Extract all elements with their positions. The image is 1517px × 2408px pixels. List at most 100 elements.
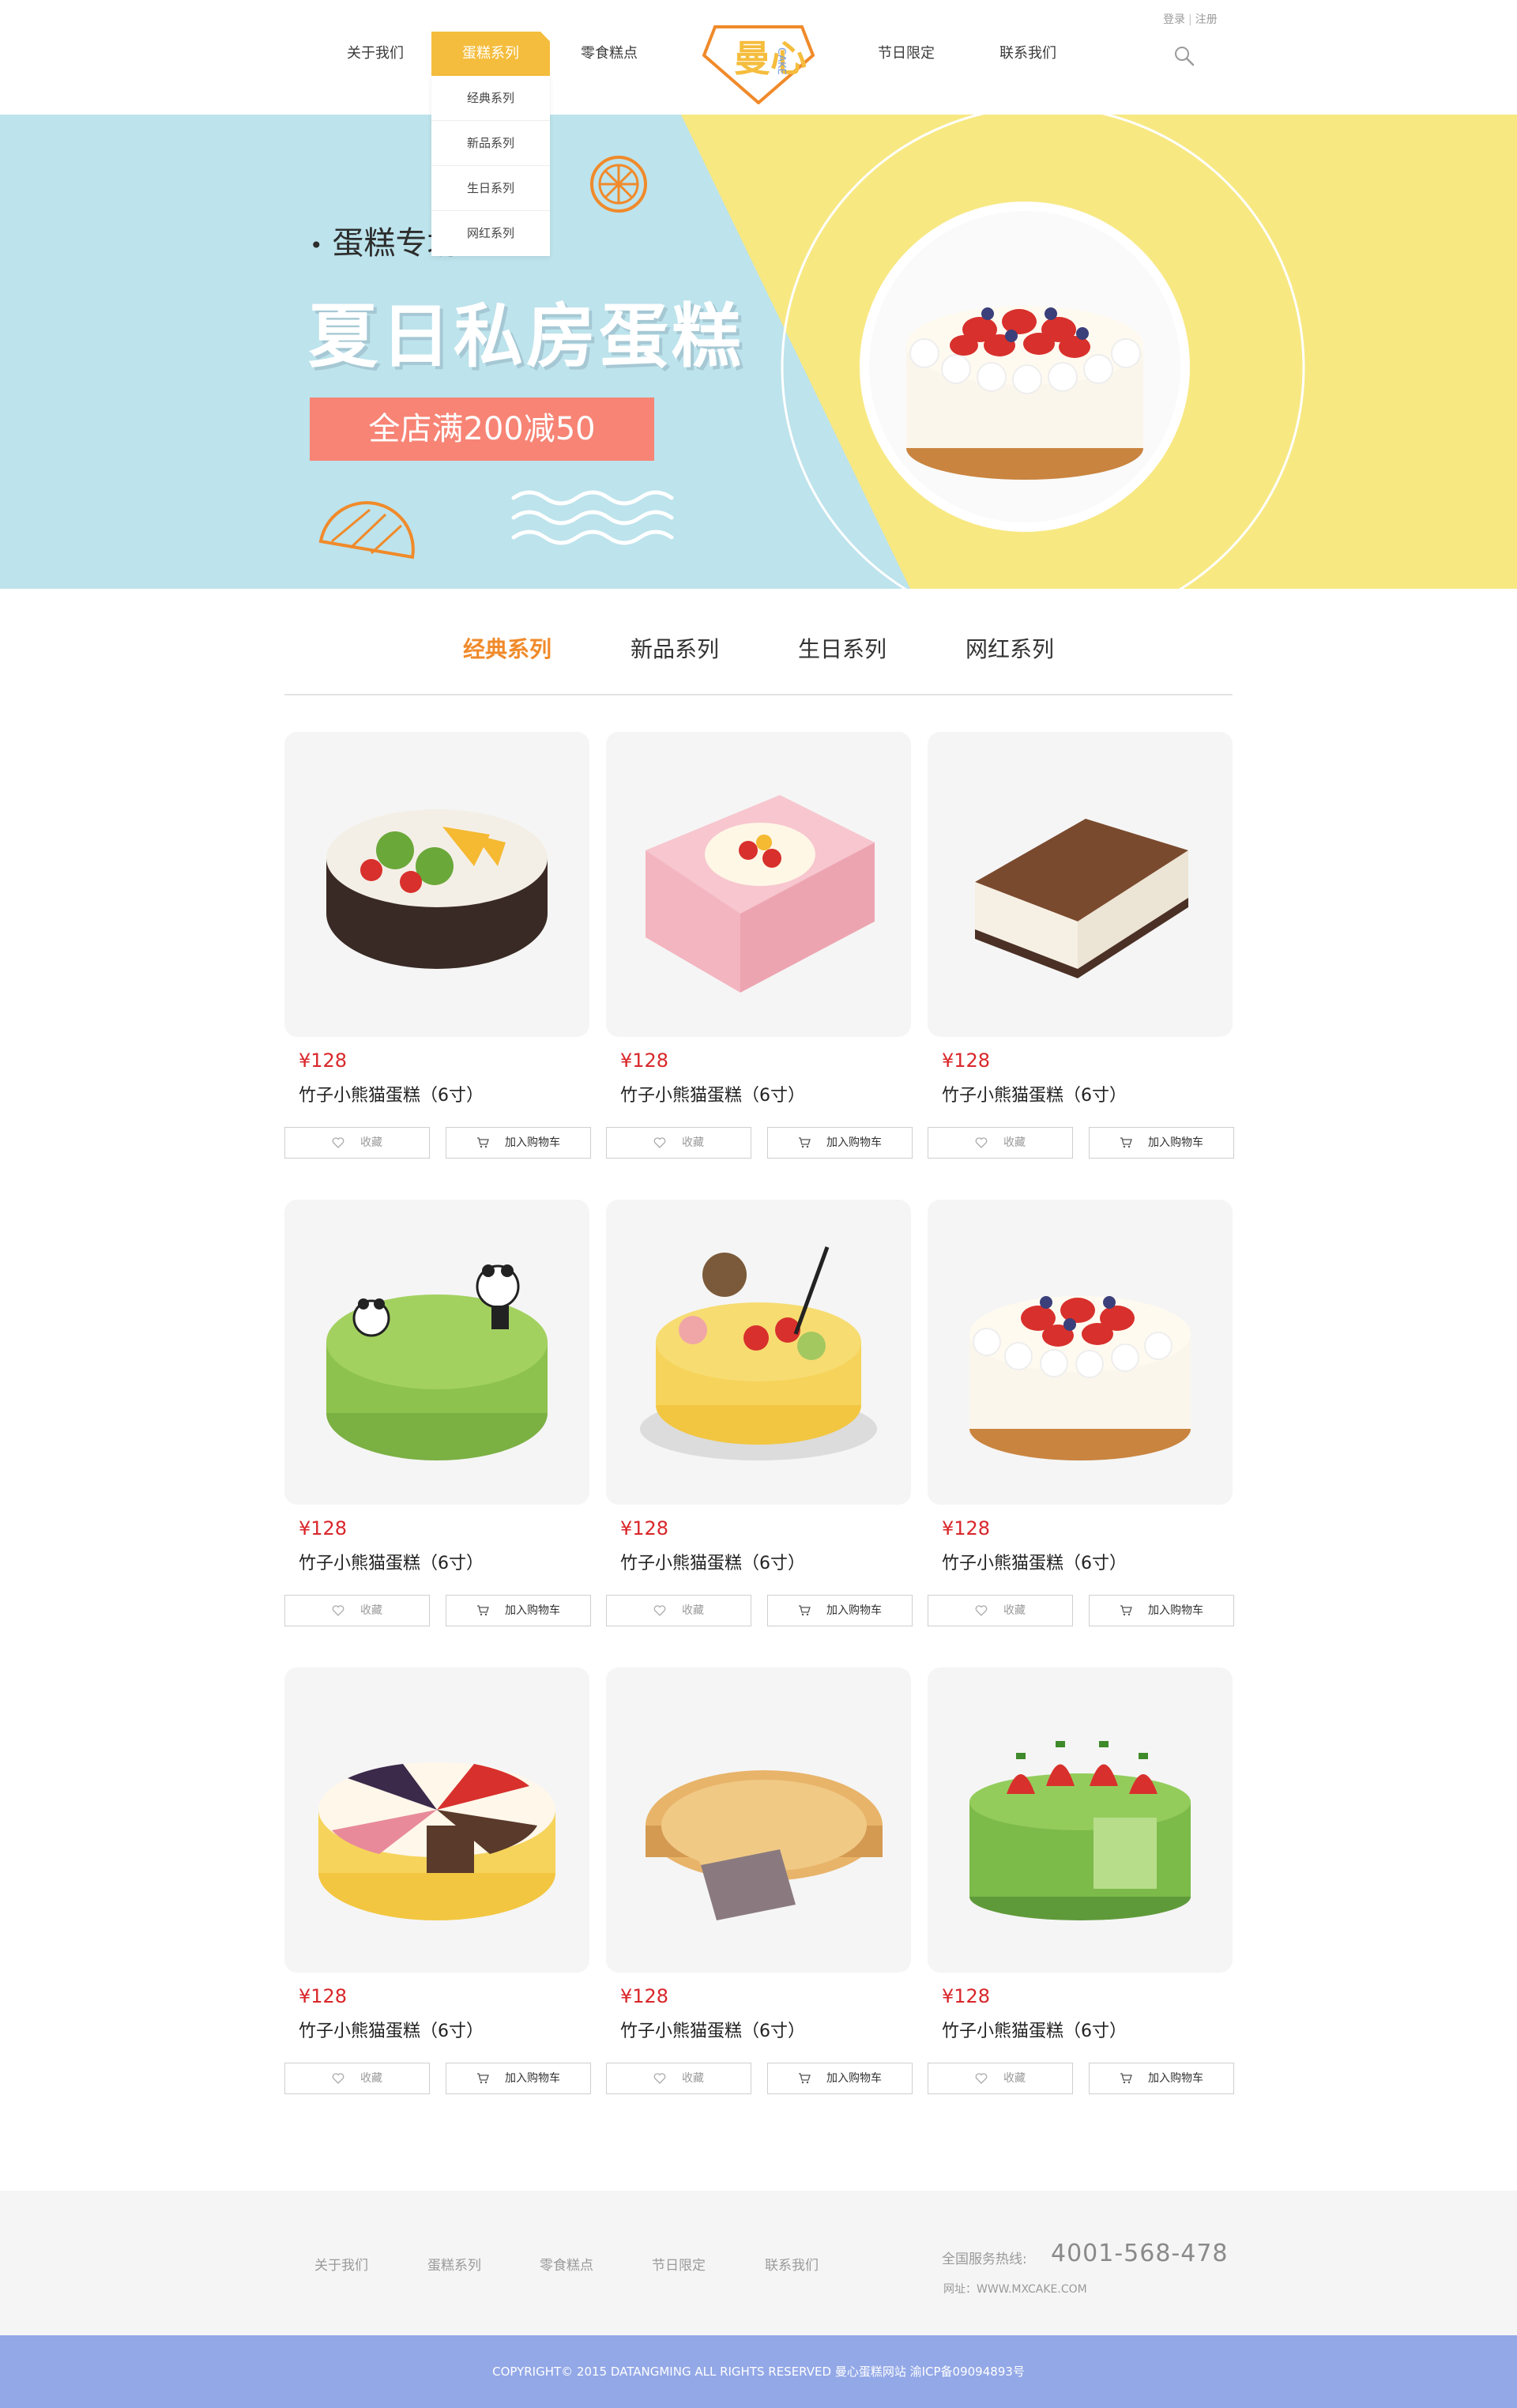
product-card: ¥128 竹子小熊猫蛋糕（6寸） 收藏 加入购物车 [928,732,1234,1163]
favorite-label: 收藏 [360,1136,382,1149]
tiramisu-illustration [975,819,1188,978]
product-name[interactable]: 竹子小熊猫蛋糕（6寸） [942,1549,1127,1574]
product-name[interactable]: 竹子小熊猫蛋糕（6寸） [942,2017,1127,2042]
product-name[interactable]: 竹子小熊猫蛋糕（6寸） [620,1549,805,1574]
product-name[interactable]: 竹子小熊猫蛋糕（6寸） [942,1081,1127,1106]
product-card: ¥128 竹子小熊猫蛋糕（6寸） 收藏 加入购物车 [606,1668,913,2099]
product-image[interactable] [928,1668,1233,1973]
search-icon[interactable] [1173,44,1196,68]
heart-icon [975,1137,988,1148]
nav-snacks[interactable]: 零食糕点 [558,32,661,76]
dropdown-item-birthday[interactable]: 生日系列 [431,166,550,211]
category-tabs: 经典系列 新品系列 生日系列 网红系列 [284,616,1233,695]
product-image[interactable] [928,1200,1233,1505]
product-price: ¥128 [942,1517,991,1539]
add-to-cart-button[interactable]: 加入购物车 [1089,1127,1234,1159]
product-image[interactable] [606,732,911,1037]
favorite-label: 收藏 [682,1136,704,1149]
orange-slice-icon [590,156,647,213]
hero-cake-image [860,202,1190,532]
product-card: ¥128 竹子小熊猫蛋糕（6寸） 收藏 加入购物车 [284,1668,591,2099]
product-image[interactable] [284,732,589,1037]
favorite-button[interactable]: 收藏 [928,2063,1073,2094]
pie-illustration [646,1770,883,1920]
cart-label: 加入购物车 [505,1604,560,1617]
product-price: ¥128 [620,1049,669,1072]
tab-trending[interactable]: 网红系列 [966,632,1054,664]
footer-link-contact[interactable]: 联系我们 [765,2254,819,2274]
heart-icon [653,2073,666,2084]
hero-banner: • 蛋糕专场 夏日私房蛋糕 全店满200减50 [0,115,1517,589]
site-footer: 关于我们 蛋糕系列 零食糕点 节日限定 联系我们 全国服务热线: 4001-56… [0,2191,1517,2335]
product-image[interactable] [606,1200,911,1505]
favorite-button[interactable]: 收藏 [928,1595,1073,1626]
favorite-label: 收藏 [1003,1136,1026,1149]
tab-classic[interactable]: 经典系列 [463,632,551,664]
product-price: ¥128 [620,1985,669,2007]
auth-separator: | [1188,13,1192,26]
heart-icon [653,1137,666,1148]
favorite-button[interactable]: 收藏 [606,1595,751,1626]
favorite-label: 收藏 [360,1604,382,1617]
heart-icon [653,1605,666,1616]
auth-links: 登录 | 注册 [1163,11,1218,27]
footer-link-holiday[interactable]: 节日限定 [652,2254,706,2274]
panda-bamboo-cake-illustration [326,1264,548,1460]
logo-sub-text: CAKE [775,47,787,75]
add-to-cart-button[interactable]: 加入购物车 [1089,2063,1234,2094]
favorite-button[interactable]: 收藏 [606,2063,751,2094]
favorite-button[interactable]: 收藏 [284,1127,430,1159]
tab-new[interactable]: 新品系列 [631,632,719,664]
dropdown-item-classic[interactable]: 经典系列 [431,76,550,121]
cart-icon [477,1605,489,1616]
footer-link-about[interactable]: 关于我们 [314,2254,368,2274]
add-to-cart-button[interactable]: 加入购物车 [767,2063,913,2094]
add-to-cart-button[interactable]: 加入购物车 [446,2063,591,2094]
product-name[interactable]: 竹子小熊猫蛋糕（6寸） [299,1081,484,1106]
product-price: ¥128 [942,1985,991,2007]
favorite-button[interactable]: 收藏 [928,1127,1073,1159]
add-to-cart-button[interactable]: 加入购物车 [446,1595,591,1626]
favorite-button[interactable]: 收藏 [606,1127,751,1159]
product-name[interactable]: 竹子小熊猫蛋糕（6寸） [620,2017,805,2042]
footer-link-cake[interactable]: 蛋糕系列 [427,2254,481,2274]
hotline-label: 全国服务热线: [942,2252,1027,2267]
cart-icon [477,2073,489,2084]
strawberry-cream-cake-illustration [969,1296,1191,1460]
cake-series-dropdown: 经典系列 新品系列 生日系列 网红系列 [431,76,550,256]
nav-about[interactable]: 关于我们 [324,32,427,76]
promo-badge[interactable]: 全店满200减50 [310,398,654,461]
register-link[interactable]: 注册 [1195,13,1218,26]
nav-contact[interactable]: 联系我们 [977,32,1079,76]
add-to-cart-button[interactable]: 加入购物车 [446,1127,591,1159]
product-name[interactable]: 竹子小熊猫蛋糕（6寸） [299,1549,484,1574]
add-to-cart-button[interactable]: 加入购物车 [1089,1595,1234,1626]
matcha-strawberry-cake-illustration [969,1741,1191,1920]
cart-label: 加入购物车 [1148,1604,1203,1617]
product-price: ¥128 [942,1049,991,1072]
cart-icon [477,1137,489,1148]
product-name[interactable]: 竹子小熊猫蛋糕（6寸） [620,1081,805,1106]
add-to-cart-button[interactable]: 加入购物车 [767,1127,913,1159]
dropdown-item-new[interactable]: 新品系列 [431,121,550,166]
login-link[interactable]: 登录 [1163,13,1185,26]
product-name[interactable]: 竹子小熊猫蛋糕（6寸） [299,2017,484,2042]
add-to-cart-button[interactable]: 加入购物车 [767,1595,913,1626]
product-image[interactable] [928,732,1233,1037]
product-image[interactable] [284,1200,589,1505]
cart-label: 加入购物车 [1148,1136,1203,1149]
nav-cake-series[interactable]: 蛋糕系列 [431,32,550,76]
dropdown-item-trending[interactable]: 网红系列 [431,211,550,256]
favorite-button[interactable]: 收藏 [284,1595,430,1626]
tab-birthday[interactable]: 生日系列 [798,632,886,664]
nav-holiday[interactable]: 节日限定 [855,32,958,76]
product-image[interactable] [606,1668,911,1973]
cart-icon [1120,1137,1132,1148]
footer-link-snacks[interactable]: 零食糕点 [540,2254,593,2274]
hotline-number: 4001-568-478 [1051,2240,1229,2267]
cart-icon [799,2073,811,2084]
cart-label: 加入购物车 [826,2072,882,2085]
product-image[interactable] [284,1668,589,1973]
brand-logo[interactable]: 曼心 CAKE [702,16,815,104]
favorite-button[interactable]: 收藏 [284,2063,430,2094]
